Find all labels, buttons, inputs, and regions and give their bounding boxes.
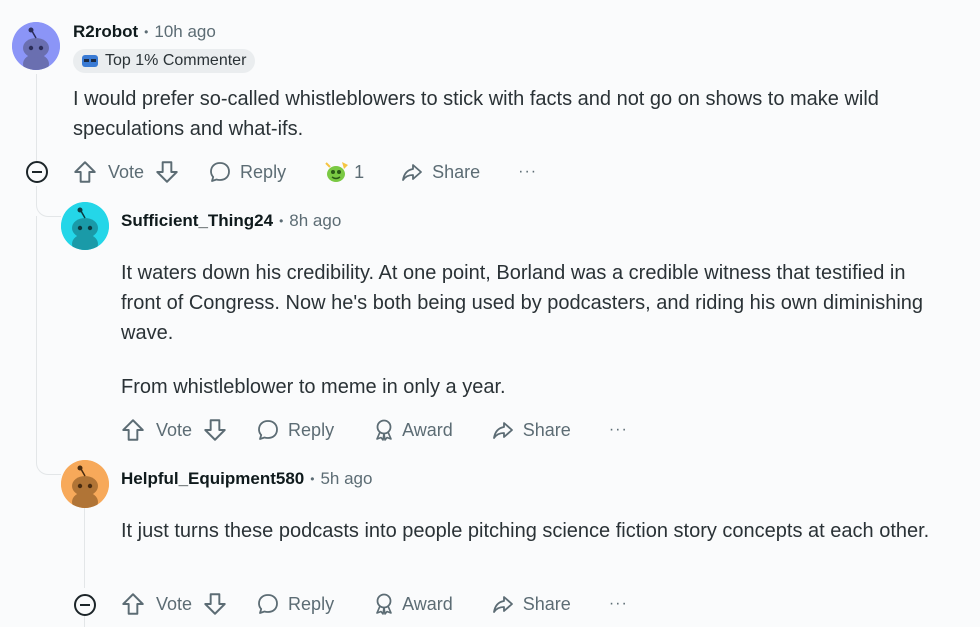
reply-label: Reply — [288, 593, 335, 614]
collapse-button[interactable] — [74, 594, 96, 616]
upvote-icon — [122, 419, 144, 441]
award-count: 1 — [354, 161, 365, 182]
comment-body: It waters down his credibility. At one p… — [121, 258, 951, 402]
avatar[interactable] — [61, 460, 109, 508]
comment-actions: Vote Reply 1 Share ··· — [72, 156, 537, 188]
separator: • — [279, 214, 284, 228]
snoo-avatar-icon — [61, 202, 109, 250]
share-button[interactable]: Share — [400, 160, 480, 184]
award-ribbon-icon — [376, 593, 392, 615]
award-emoji-icon — [325, 162, 349, 182]
snoo-avatar-icon — [61, 460, 109, 508]
upvote-button[interactable] — [72, 159, 98, 185]
reply-button[interactable]: Reply — [256, 418, 334, 442]
avatar[interactable] — [61, 202, 109, 250]
comment-paragraph: I would prefer so-called whistleblowers … — [73, 88, 879, 140]
vote-label: Vote — [156, 593, 193, 614]
share-label: Share — [522, 593, 571, 614]
more-options-button[interactable]: ··· — [518, 163, 537, 181]
share-icon — [492, 422, 513, 439]
downvote-button[interactable] — [202, 417, 228, 443]
upvote-icon — [74, 161, 96, 183]
timestamp[interactable]: 8h ago — [289, 211, 341, 231]
comment-bubble-icon — [210, 162, 230, 182]
reply-button[interactable]: Reply — [208, 160, 286, 184]
downvote-button[interactable] — [202, 591, 228, 617]
glasses-icon — [82, 55, 98, 67]
user-flair: Top 1% Commenter — [73, 49, 256, 73]
upvote-button[interactable] — [120, 417, 146, 443]
vote-label: Vote — [108, 161, 145, 182]
comment-actions: Vote Reply Award Share ··· — [120, 414, 628, 446]
separator: • — [310, 472, 315, 486]
award-ribbon-icon — [376, 419, 392, 441]
share-icon — [492, 596, 513, 613]
award-label: Award — [402, 419, 453, 440]
award-label: Award — [402, 593, 453, 614]
separator: • — [144, 25, 149, 39]
upvote-button[interactable] — [120, 591, 146, 617]
reply-button[interactable]: Reply — [256, 592, 334, 616]
more-options-button[interactable]: ··· — [609, 421, 628, 439]
more-icon: ··· — [608, 421, 628, 438]
comment-bubble-icon — [258, 420, 278, 440]
comment-actions: Vote Reply Award Share ··· — [120, 588, 628, 620]
downvote-icon — [156, 161, 178, 183]
reply-label: Reply — [288, 419, 335, 440]
award-button[interactable]: Award — [372, 418, 453, 442]
award-button[interactable]: 1 — [324, 159, 364, 185]
flair-label: Top 1% Commenter — [105, 52, 247, 69]
comment-bubble-icon — [258, 594, 278, 614]
thread-line-child-3-lower — [84, 616, 85, 627]
thread-line-root — [36, 74, 37, 162]
reply-label: Reply — [240, 161, 287, 182]
snoo-avatar-icon — [12, 22, 60, 70]
username[interactable]: Helpful_Equipment580 — [121, 469, 304, 489]
comment-paragraph: From whistleblower to meme in only a yea… — [121, 376, 506, 398]
thread-line-root-2 — [36, 216, 37, 460]
more-icon: ··· — [608, 595, 628, 612]
thread-branch-1 — [36, 186, 61, 217]
share-icon — [402, 164, 422, 181]
comment-meta: Helpful_Equipment580 • 5h ago — [121, 469, 372, 489]
downvote-icon — [204, 419, 226, 441]
vote-label: Vote — [156, 419, 193, 440]
thread-branch-2 — [36, 440, 61, 475]
comment-paragraph: It just turns these podcasts into people… — [121, 520, 930, 542]
comment-body: It just turns these podcasts into people… — [121, 516, 951, 546]
upvote-icon — [122, 593, 144, 615]
share-label: Share — [432, 161, 481, 182]
award-button[interactable]: Award — [372, 592, 453, 616]
collapse-button[interactable] — [26, 161, 48, 183]
thread-line-child-3 — [84, 508, 85, 588]
share-label: Share — [522, 419, 571, 440]
comment-thread: R2robot • 10h ago Top 1% Commenter I wou… — [0, 0, 980, 627]
comment-paragraph: It waters down his credibility. At one p… — [121, 262, 924, 344]
username[interactable]: Sufficient_Thing24 — [121, 211, 273, 231]
comment-body: I would prefer so-called whistleblowers … — [73, 84, 953, 144]
more-options-button[interactable]: ··· — [609, 595, 628, 613]
downvote-button[interactable] — [154, 159, 180, 185]
timestamp[interactable]: 10h ago — [154, 22, 215, 42]
more-icon: ··· — [518, 163, 538, 180]
downvote-icon — [204, 593, 226, 615]
share-button[interactable]: Share — [491, 592, 571, 616]
avatar[interactable] — [12, 22, 60, 70]
share-button[interactable]: Share — [491, 418, 571, 442]
comment-meta: R2robot • 10h ago — [73, 22, 216, 42]
timestamp[interactable]: 5h ago — [320, 469, 372, 489]
username[interactable]: R2robot — [73, 22, 138, 42]
comment-meta: Sufficient_Thing24 • 8h ago — [121, 211, 341, 231]
